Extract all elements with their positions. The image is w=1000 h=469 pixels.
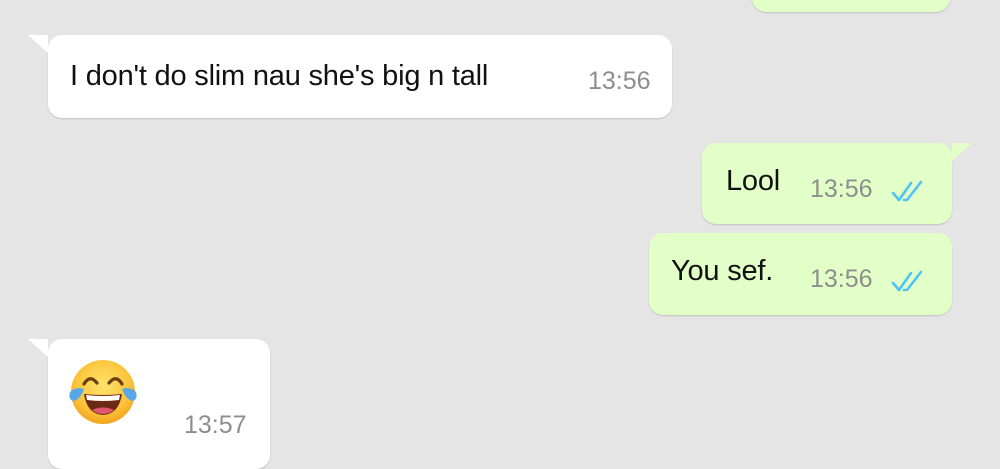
message-text: I don't do slim nau she's big n tall: [70, 60, 489, 92]
bubble-tail: [952, 143, 972, 161]
face-with-tears-of-joy-icon: [69, 360, 137, 424]
message-timestamp: 13:56: [810, 265, 873, 293]
message-timestamp: 13:56: [588, 67, 651, 95]
double-check-icon: [891, 270, 923, 292]
double-check-icon: [891, 180, 923, 202]
message-text: You sef.: [671, 255, 774, 287]
message-text: Lool: [726, 165, 781, 197]
message-timestamp: 13:57: [184, 411, 247, 439]
bubble-tail: [28, 339, 48, 357]
bubble-tail: [28, 35, 48, 53]
message-bubble-outgoing[interactable]: Lool 13:56: [702, 143, 972, 224]
message-bubble-outgoing[interactable]: You sef. 13:56: [649, 233, 952, 315]
message-timestamp: 13:56: [810, 175, 873, 203]
message-bubble-outgoing-partial[interactable]: [752, 0, 950, 12]
message-bubble-incoming[interactable]: I don't do slim nau she's big n tall 13:…: [28, 35, 672, 118]
